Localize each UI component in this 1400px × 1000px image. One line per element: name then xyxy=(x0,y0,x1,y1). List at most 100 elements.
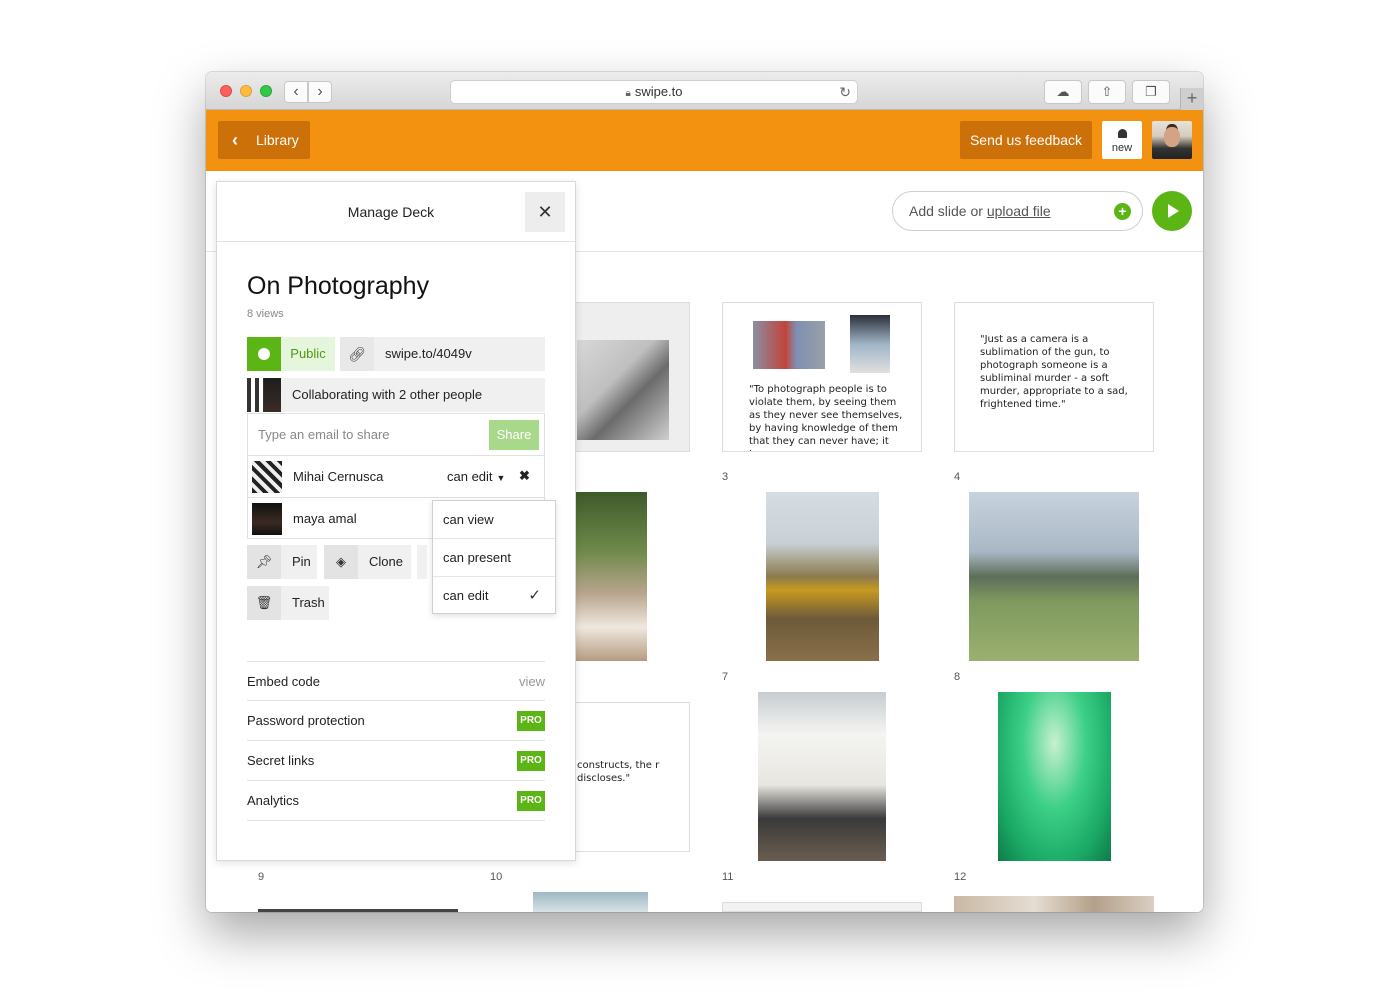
pin-label: Pin xyxy=(292,554,311,569)
pin-icon: 📌︎ xyxy=(247,545,281,579)
analytics-row[interactable]: Analytics PRO xyxy=(247,780,545,820)
permission-option-present[interactable]: can present xyxy=(433,538,555,576)
address-bar-url: swipe.to xyxy=(634,84,683,99)
slide-photo[interactable] xyxy=(533,892,648,912)
globe-icon[interactable] xyxy=(247,337,281,371)
notifications-label: new xyxy=(1111,142,1133,154)
permission-select[interactable]: can edit ▼ xyxy=(447,469,505,484)
slide-quote: "To photograph people is to violate them… xyxy=(749,384,903,451)
cloud-icon[interactable]: ☁ xyxy=(1044,80,1082,104)
add-slide-input[interactable]: Add slide or upload file + xyxy=(892,191,1143,231)
avatar xyxy=(252,503,282,535)
clone-button[interactable]: ◈ Clone xyxy=(324,545,411,579)
password-protection-row[interactable]: Password protection PRO xyxy=(247,700,545,740)
slide-photo xyxy=(850,315,890,373)
visibility-toggle[interactable]: Public xyxy=(281,337,335,371)
slide-thumbnail[interactable] xyxy=(722,902,922,912)
tabs-icon[interactable]: ❐ xyxy=(1132,80,1170,104)
upload-file-link[interactable]: upload file xyxy=(987,203,1051,219)
analytics-label: Analytics xyxy=(247,793,300,808)
slide-photo[interactable] xyxy=(258,909,458,912)
new-tab-icon[interactable]: + xyxy=(1180,88,1203,110)
embed-code-label: Embed code xyxy=(247,674,320,689)
deck-content: Add slide or upload file + "To photograp… xyxy=(206,171,1203,912)
view-count: 8 views xyxy=(247,308,284,320)
caret-down-icon: ▼ xyxy=(496,473,506,483)
avatar xyxy=(247,378,264,412)
browser-back-button[interactable]: ‹ xyxy=(284,81,308,103)
slide-number: 7 xyxy=(722,671,729,683)
layers-icon: ◈ xyxy=(324,545,358,579)
permission-dropdown: can view can present can edit ✓ xyxy=(432,500,556,614)
slide-photo[interactable] xyxy=(998,692,1111,861)
slide-number: 10 xyxy=(490,871,503,883)
trash-button[interactable]: 🗑︎ Trash xyxy=(247,586,329,620)
collaborator-row: Mihai Cernusca can edit ▼ ✖ xyxy=(248,455,544,497)
panel-header: Manage Deck ✕ xyxy=(217,182,575,242)
user-avatar[interactable] xyxy=(1152,121,1192,159)
zoom-window-button[interactable] xyxy=(260,85,272,97)
app-header: ‹ Library Send us feedback new xyxy=(206,110,1203,171)
close-window-button[interactable] xyxy=(220,85,232,97)
close-icon[interactable]: ✕ xyxy=(525,192,565,232)
share-icon[interactable]: ⇧ xyxy=(1088,80,1126,104)
slide-number: 8 xyxy=(954,671,961,683)
share-button[interactable]: Share xyxy=(489,420,539,450)
deck-title[interactable]: On Photography xyxy=(247,272,429,301)
remove-collaborator-icon[interactable]: ✖ xyxy=(519,468,530,484)
pro-badge: PRO xyxy=(517,751,545,771)
slide-photo[interactable] xyxy=(954,896,1154,912)
collaborator-name: maya amal xyxy=(293,511,357,526)
play-icon[interactable] xyxy=(1152,191,1192,231)
link-icon[interactable]: 🔗︎ xyxy=(340,337,374,371)
pro-badge: PRO xyxy=(517,711,545,731)
collaborators-summary[interactable]: Collaborating with 2 other people xyxy=(247,378,545,412)
browser-titlebar: ‹ › 🔒︎ swipe.to ↻ ☁ ⇧ ❐ + xyxy=(206,72,1203,110)
permission-option-view[interactable]: can view xyxy=(433,501,555,539)
slide-number: 4 xyxy=(954,471,961,483)
password-protection-label: Password protection xyxy=(247,713,365,728)
slide-photo xyxy=(753,321,825,369)
embed-view-link[interactable]: view xyxy=(519,662,545,702)
browser-forward-button[interactable]: › xyxy=(308,81,332,103)
secret-links-row[interactable]: Secret links PRO xyxy=(247,740,545,780)
slide-photo[interactable] xyxy=(758,692,886,861)
permission-value: can edit xyxy=(447,469,493,484)
collaborators-label: Collaborating with 2 other people xyxy=(292,387,483,402)
pro-badge: PRO xyxy=(517,791,545,811)
avatar xyxy=(252,461,282,493)
notifications-button[interactable]: new xyxy=(1102,121,1142,159)
embed-code-row[interactable]: Embed code view xyxy=(247,661,545,701)
library-label: Library xyxy=(256,132,299,148)
permission-option-edit[interactable]: can edit ✓ xyxy=(433,576,555,614)
add-slide-text: Add slide or xyxy=(909,203,987,219)
trash-label: Trash xyxy=(292,595,325,610)
permission-option-edit-label: can edit xyxy=(443,588,489,603)
pin-button[interactable]: 📌︎ Pin xyxy=(247,545,317,579)
check-icon: ✓ xyxy=(528,587,541,604)
slide-photo xyxy=(577,340,669,440)
more-button[interactable] xyxy=(417,545,427,579)
share-url[interactable]: swipe.to/4049v xyxy=(374,337,545,371)
slide-photo[interactable] xyxy=(766,492,879,661)
lock-icon: 🔒︎ xyxy=(625,88,631,99)
library-button[interactable]: ‹ Library xyxy=(218,121,310,159)
email-share-input[interactable] xyxy=(248,414,488,454)
add-slide-plus-icon[interactable]: + xyxy=(1114,203,1131,220)
slide-thumbnail[interactable]: "Just as a camera is a sublimation of th… xyxy=(954,302,1154,452)
slide-number: 12 xyxy=(954,871,967,883)
chevron-left-icon: ‹ xyxy=(232,130,238,150)
settings-divider xyxy=(247,820,545,821)
manage-deck-panel: Manage Deck ✕ On Photography 8 views Pub… xyxy=(216,181,576,861)
browser-window: ‹ › 🔒︎ swipe.to ↻ ☁ ⇧ ❐ + ‹ Library Send … xyxy=(206,72,1203,912)
slide-number: 3 xyxy=(722,471,729,483)
address-bar[interactable]: 🔒︎ swipe.to ↻ xyxy=(450,80,858,104)
slide-photo[interactable] xyxy=(574,492,647,661)
clone-label: Clone xyxy=(369,554,403,569)
slide-number: 11 xyxy=(722,871,734,883)
minimize-window-button[interactable] xyxy=(240,85,252,97)
reload-icon[interactable]: ↻ xyxy=(839,81,851,103)
slide-thumbnail[interactable]: "To photograph people is to violate them… xyxy=(722,302,922,452)
feedback-button[interactable]: Send us feedback xyxy=(960,121,1092,159)
slide-photo[interactable] xyxy=(969,492,1139,661)
